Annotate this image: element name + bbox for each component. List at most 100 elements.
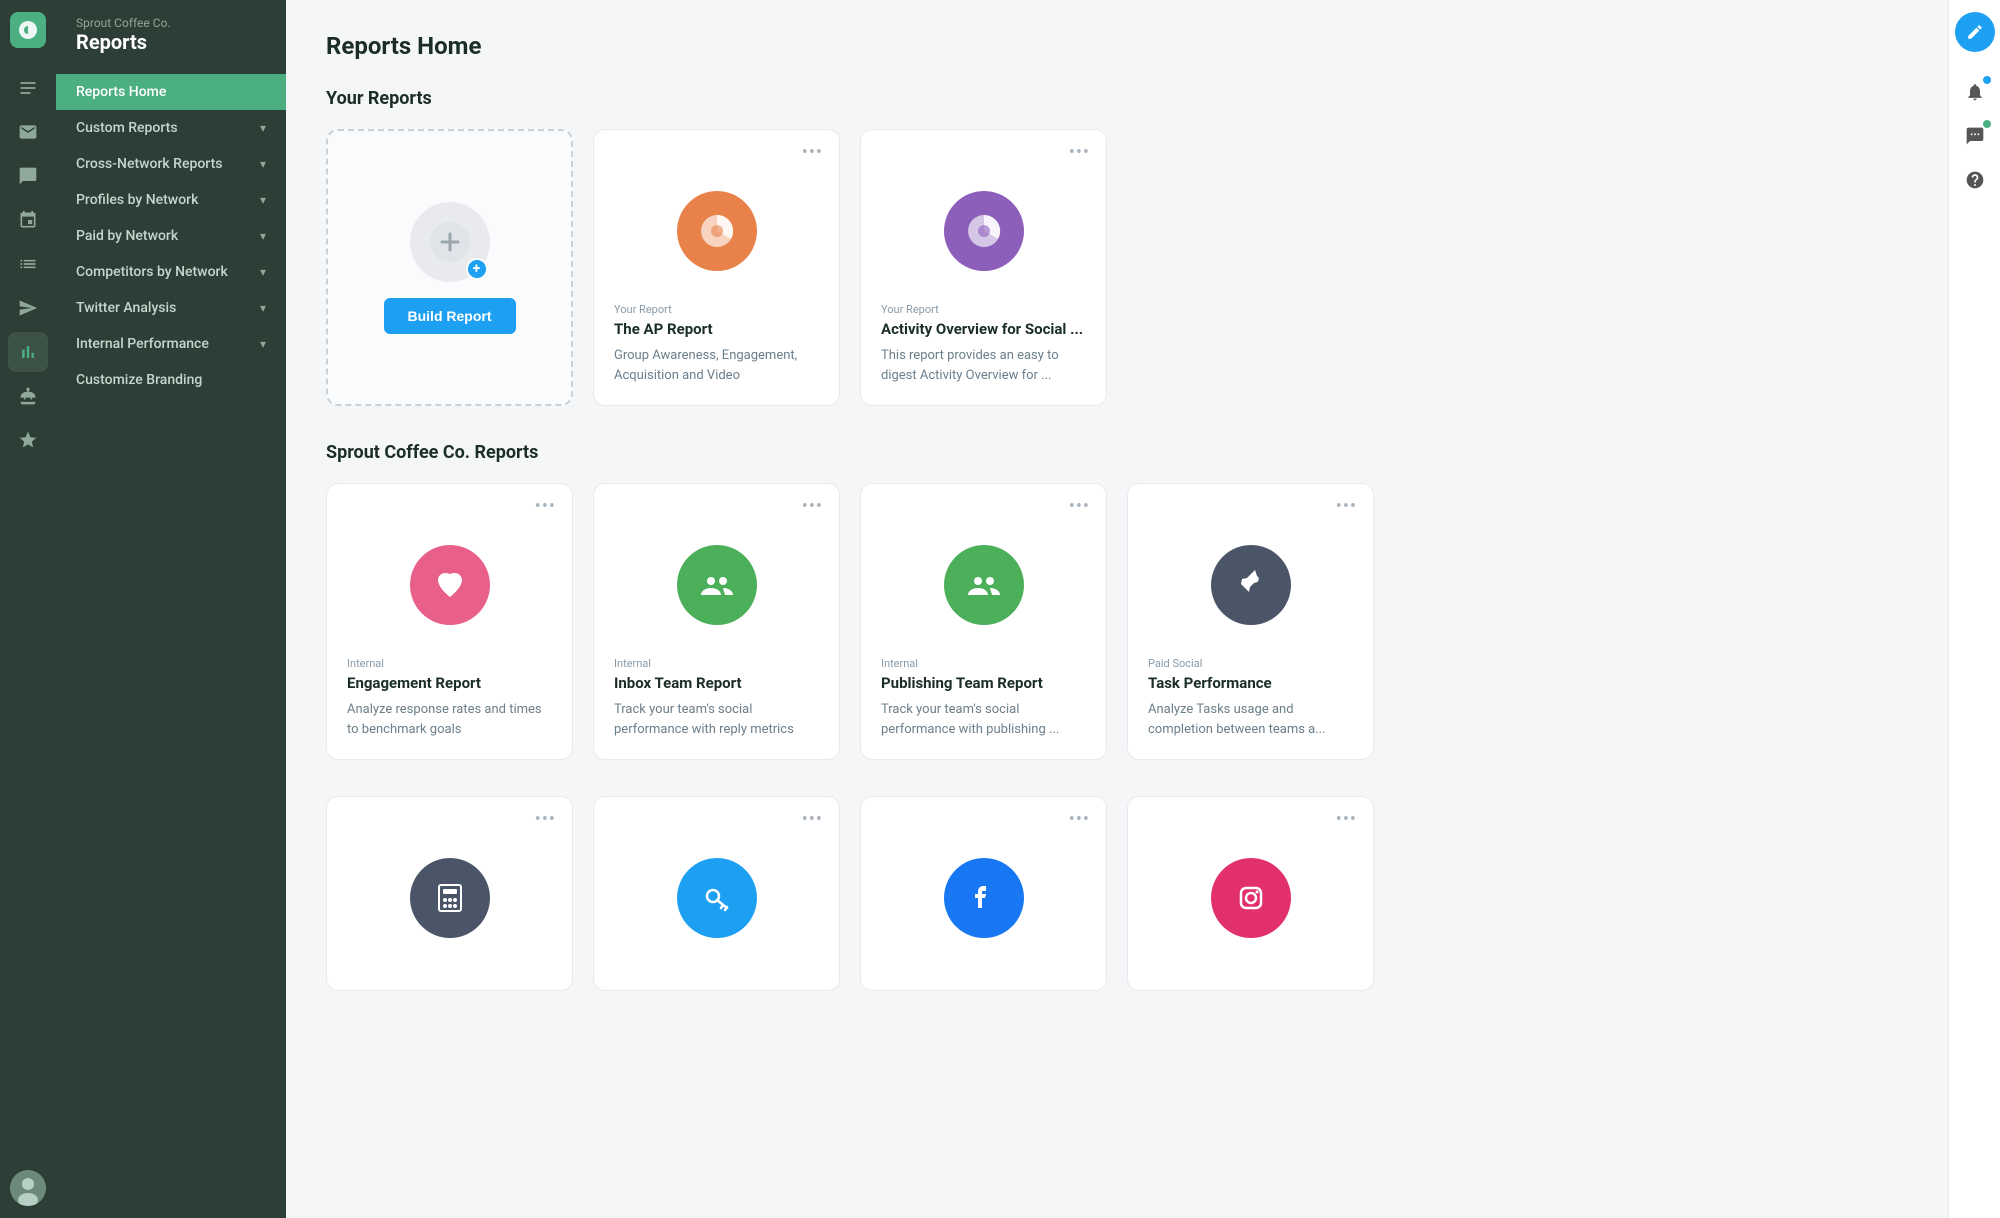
- card-menu-dots[interactable]: •••: [1069, 496, 1090, 517]
- card-icon-circle: [1211, 858, 1291, 938]
- build-report-button[interactable]: Build Report: [384, 298, 516, 334]
- card-menu-dots[interactable]: •••: [802, 809, 823, 830]
- card-header: •••: [327, 797, 572, 830]
- build-report-card[interactable]: + Build Report: [326, 129, 573, 406]
- report-card-engagement-report[interactable]: ••• InternalEngagement ReportAnalyze res…: [326, 483, 573, 760]
- report-card-report-key[interactable]: •••: [593, 796, 840, 991]
- card-menu-dots[interactable]: •••: [1069, 809, 1090, 830]
- card-icon-area: [1128, 830, 1373, 954]
- sidebar-item-internal-performance[interactable]: Internal Performance▾: [56, 326, 286, 362]
- report-card-report-facebook[interactable]: •••: [860, 796, 1107, 991]
- sidebar: Sprout Coffee Co. Reports Reports HomeCu…: [56, 0, 286, 1218]
- sidebar-item-twitter-analysis[interactable]: Twitter Analysis ▾: [56, 290, 286, 326]
- card-header: •••: [1128, 797, 1373, 830]
- card-icon-circle: [410, 858, 490, 938]
- notification-dot: [1983, 76, 1991, 84]
- messages-button[interactable]: [1955, 116, 1995, 156]
- card-header: •••: [861, 130, 1106, 163]
- app-logo: [10, 12, 46, 48]
- chevron-icon-twitter-analysis: ▾: [260, 301, 266, 315]
- notifications-button[interactable]: [1955, 72, 1995, 112]
- card-header: •••: [594, 130, 839, 163]
- report-card-ap-report[interactable]: ••• Your ReportThe AP ReportGroup Awaren…: [593, 129, 840, 406]
- card-icon-area: [861, 163, 1106, 287]
- sprout-reports-title: Sprout Coffee Co. Reports: [326, 442, 1908, 463]
- main-content: Reports Home Your Reports + Build Report…: [286, 0, 1948, 1218]
- sidebar-item-customize-branding[interactable]: Customize Branding: [56, 362, 286, 398]
- sidebar-label-twitter-analysis: Twitter Analysis: [76, 300, 176, 316]
- sidebar-item-competitors-by-network[interactable]: Competitors by Network▾: [56, 254, 286, 290]
- card-body: Your ReportActivity Overview for Social …: [861, 287, 1106, 405]
- report-card-report-instagram[interactable]: •••: [1127, 796, 1374, 991]
- card-title: Inbox Team Report: [614, 674, 819, 692]
- card-header: •••: [594, 484, 839, 517]
- card-header: •••: [594, 797, 839, 830]
- card-desc: Track your team's social performance wit…: [614, 700, 819, 739]
- chevron-icon-cross-network-reports: ▾: [260, 157, 266, 171]
- sidebar-item-cross-network-reports[interactable]: Cross-Network Reports▾: [56, 146, 286, 182]
- card-body: [861, 954, 1106, 990]
- report-card-publishing-team-report[interactable]: ••• Internal Publishing Team Report Track …: [860, 483, 1107, 760]
- card-icon-circle: [944, 191, 1024, 271]
- rail-icon-bot[interactable]: [8, 376, 48, 416]
- rail-icon-star[interactable]: [8, 420, 48, 460]
- card-icon-area: [594, 517, 839, 641]
- chat-notification-dot: [1983, 120, 1991, 128]
- section-title: Reports: [76, 30, 266, 54]
- card-header: •••: [1128, 484, 1373, 517]
- card-menu-dots[interactable]: •••: [1336, 809, 1357, 830]
- card-icon-circle: [944, 545, 1024, 625]
- sidebar-item-paid-by-network[interactable]: Paid by Network▾: [56, 218, 286, 254]
- user-avatar[interactable]: [10, 1170, 46, 1206]
- icon-rail: [0, 0, 56, 1218]
- card-title: The AP Report: [614, 320, 819, 338]
- sidebar-label-customize-branding: Customize Branding: [76, 372, 202, 388]
- card-title: Activity Overview for Social ...: [881, 320, 1086, 338]
- sidebar-item-reports-home[interactable]: Reports Home: [56, 74, 286, 110]
- sidebar-label-paid-by-network: Paid by Network: [76, 228, 178, 244]
- card-category: Internal: [614, 657, 819, 670]
- rail-icon-inbox[interactable]: [8, 112, 48, 152]
- rail-icon-pin[interactable]: [8, 200, 48, 240]
- sidebar-label-custom-reports: Custom Reports: [76, 120, 178, 136]
- chevron-icon-profiles-by-network: ▾: [260, 193, 266, 207]
- card-menu-dots[interactable]: •••: [802, 142, 823, 163]
- card-desc: Track your team's social performance wit…: [881, 700, 1086, 739]
- sidebar-item-custom-reports[interactable]: Custom Reports▾: [56, 110, 286, 146]
- card-icon-circle: [677, 545, 757, 625]
- chevron-icon-competitors-by-network: ▾: [260, 265, 266, 279]
- report-card-task-performance[interactable]: ••• Paid SocialTask PerformanceAnalyze T…: [1127, 483, 1374, 760]
- card-body: Internal Publishing Team Report Track your…: [861, 641, 1106, 759]
- card-icon-area: [594, 830, 839, 954]
- card-header: •••: [861, 797, 1106, 830]
- card-icon-area: [1128, 517, 1373, 641]
- sidebar-nav: Reports HomeCustom Reports▾Cross-Network…: [56, 74, 286, 398]
- card-header: •••: [861, 484, 1106, 517]
- report-card-activity-overview[interactable]: ••• Your ReportActivity Overview for Soc…: [860, 129, 1107, 406]
- compose-button[interactable]: [1955, 12, 1995, 52]
- card-menu-dots[interactable]: •••: [535, 496, 556, 517]
- card-desc: Group Awareness, Engagement, Acquisition…: [614, 346, 819, 385]
- rail-icon-messages[interactable]: [8, 156, 48, 196]
- card-title: Task Performance: [1148, 674, 1353, 692]
- rail-icon-publish[interactable]: [8, 288, 48, 328]
- rail-icon-list[interactable]: [8, 244, 48, 284]
- card-category: Internal: [881, 657, 1086, 670]
- card-menu-dots[interactable]: •••: [1336, 496, 1357, 517]
- card-title: Publishing Team Report: [881, 674, 1086, 692]
- card-body: Paid SocialTask PerformanceAnalyze Tasks…: [1128, 641, 1373, 759]
- report-card-report-calc[interactable]: •••: [326, 796, 573, 991]
- second-row-grid: ••• ••• ••• •••: [326, 796, 1908, 991]
- help-button[interactable]: [1955, 160, 1995, 200]
- plus-badge: +: [466, 258, 488, 280]
- card-desc: This report provides an easy to digest A…: [881, 346, 1086, 385]
- card-icon-circle: [677, 858, 757, 938]
- rail-icon-analytics[interactable]: [8, 332, 48, 372]
- report-card-inbox-team-report[interactable]: ••• Internal Inbox Team Report Track your …: [593, 483, 840, 760]
- sidebar-item-profiles-by-network[interactable]: Profiles by Network▾: [56, 182, 286, 218]
- card-title: Engagement Report: [347, 674, 552, 692]
- rail-icon-compose[interactable]: [8, 68, 48, 108]
- card-menu-dots[interactable]: •••: [535, 809, 556, 830]
- card-menu-dots[interactable]: •••: [1069, 142, 1090, 163]
- card-menu-dots[interactable]: •••: [802, 496, 823, 517]
